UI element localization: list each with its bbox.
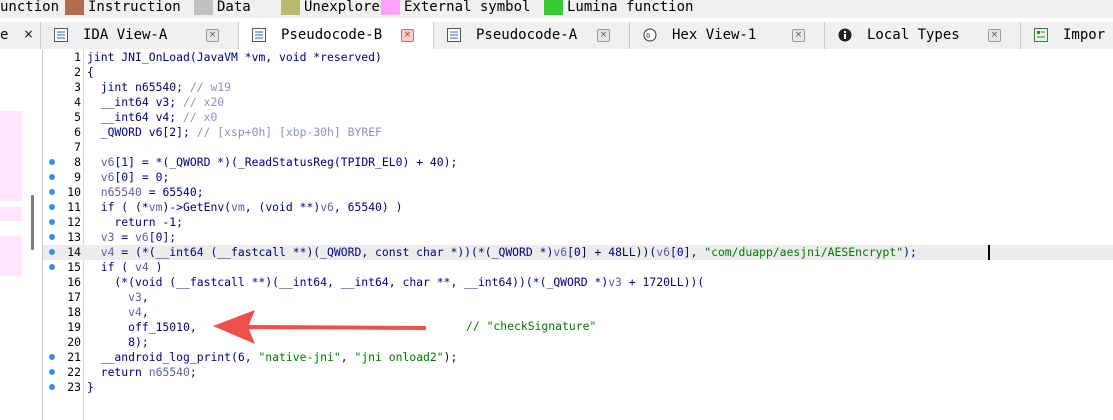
legend-swatch xyxy=(281,0,300,15)
tab-label: e xyxy=(0,27,9,43)
close-icon[interactable]: × xyxy=(401,29,414,42)
external-symbol-band xyxy=(0,207,22,221)
tab-label: Pseudocode-B xyxy=(281,27,383,43)
tab-label: Hex View-1 xyxy=(672,27,757,43)
legend-item-label: Unexplored xyxy=(304,0,389,15)
legend-item-label: External symbol xyxy=(404,0,531,15)
legend-swatch xyxy=(65,0,84,15)
tab-label: Local Types xyxy=(867,27,960,43)
close-icon[interactable]: × xyxy=(597,29,610,42)
close-icon[interactable]: × xyxy=(792,29,805,42)
tab-label: IDA View-A xyxy=(83,27,168,43)
imports-icon xyxy=(1034,28,1048,42)
hex-icon: 0 xyxy=(643,28,657,42)
legend-item-label: Data xyxy=(217,0,251,15)
tab-label: Pseudocode-A xyxy=(476,27,578,43)
legend-item-label: Lumina function xyxy=(567,0,694,15)
list-icon xyxy=(252,28,266,42)
external-symbol-band xyxy=(0,111,22,201)
tab-hex-view-1[interactable]: 0 Hex View-1 × xyxy=(630,22,825,49)
tab-ida-view-a[interactable]: IDA View-A × xyxy=(41,22,239,49)
arrow-shaft xyxy=(242,325,427,330)
info-icon xyxy=(838,28,852,42)
tab-left-pane[interactable]: e × xyxy=(0,22,41,49)
close-icon[interactable]: × xyxy=(206,29,219,42)
tab-local-types[interactable]: Local Types × xyxy=(825,22,1021,49)
close-icon[interactable]: × xyxy=(23,28,34,40)
external-symbol-band xyxy=(0,236,22,276)
tab-pseudocode-b[interactable]: Pseudocode-B × xyxy=(239,22,434,50)
list-icon xyxy=(447,28,461,42)
tab-bar: e × IDA View-A × Pseudocode-B × Pseudocode-A × 0… xyxy=(0,22,1113,50)
pseudocode-view[interactable]: 1 jint JNI_OnLoad(JavaVM *vm, void *reser… xyxy=(43,49,1113,420)
legend-item-label: Instruction xyxy=(88,0,181,15)
svg-text:0: 0 xyxy=(646,32,650,40)
legend-bar: unction Instruction Data Unexplored External… xyxy=(0,0,1113,18)
legend-swatch xyxy=(381,0,400,15)
close-icon[interactable]: × xyxy=(988,29,1001,42)
left-pane xyxy=(0,49,43,420)
tab-label: Impor xyxy=(1063,27,1106,43)
list-icon xyxy=(54,28,68,42)
legend-item-label: unction xyxy=(0,0,60,15)
legend-swatch xyxy=(194,0,213,15)
red-arrow-annotation xyxy=(213,310,427,344)
legend-swatch xyxy=(544,0,563,15)
tab-pseudocode-a[interactable]: Pseudocode-A × xyxy=(434,22,630,49)
tab-impor[interactable]: Impor xyxy=(1021,22,1113,49)
left-pane-scrollbar[interactable] xyxy=(31,195,34,250)
